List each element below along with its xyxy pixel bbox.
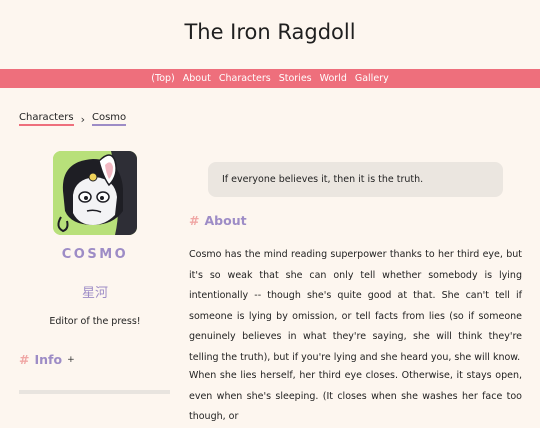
site-title[interactable]: The Iron Ragdoll <box>0 20 540 44</box>
info-heading: Info <box>34 352 63 367</box>
character-portrait-icon <box>53 151 137 235</box>
breadcrumb-characters[interactable]: Characters <box>19 112 74 126</box>
info-divider <box>19 390 170 394</box>
about-paragraph: Cosmo has the mind reading superpower th… <box>189 249 522 363</box>
nav-item-stories[interactable]: Stories <box>279 73 312 84</box>
character-quote: If everyone believes it, then it is the … <box>208 162 503 197</box>
hash-icon: # <box>189 213 200 228</box>
chevron-right-icon: › <box>80 112 85 126</box>
character-role: Editor of the press! <box>49 316 141 327</box>
info-section-toggle[interactable]: # Info + <box>19 352 75 367</box>
about-heading: # About <box>189 213 247 228</box>
nav-item-characters[interactable]: Characters <box>219 73 271 84</box>
avatar <box>53 151 137 235</box>
main-nav: (Top) About Characters Stories World Gal… <box>0 69 540 88</box>
about-heading-label: About <box>204 213 247 228</box>
expand-plus-icon[interactable]: + <box>67 355 75 365</box>
character-name-chinese: 星河 <box>81 286 108 301</box>
nav-item-top[interactable]: (Top) <box>151 73 174 84</box>
nav-item-world[interactable]: World <box>320 73 347 84</box>
nav-item-gallery[interactable]: Gallery <box>355 73 389 84</box>
nav-item-about[interactable]: About <box>183 73 211 84</box>
about-paragraph: When she lies herself, her third eye clo… <box>189 370 522 422</box>
breadcrumb: Characters › Cosmo <box>19 112 127 126</box>
hash-icon: # <box>19 352 30 367</box>
character-name: COSMO <box>61 247 129 262</box>
breadcrumb-cosmo[interactable]: Cosmo <box>92 112 127 126</box>
